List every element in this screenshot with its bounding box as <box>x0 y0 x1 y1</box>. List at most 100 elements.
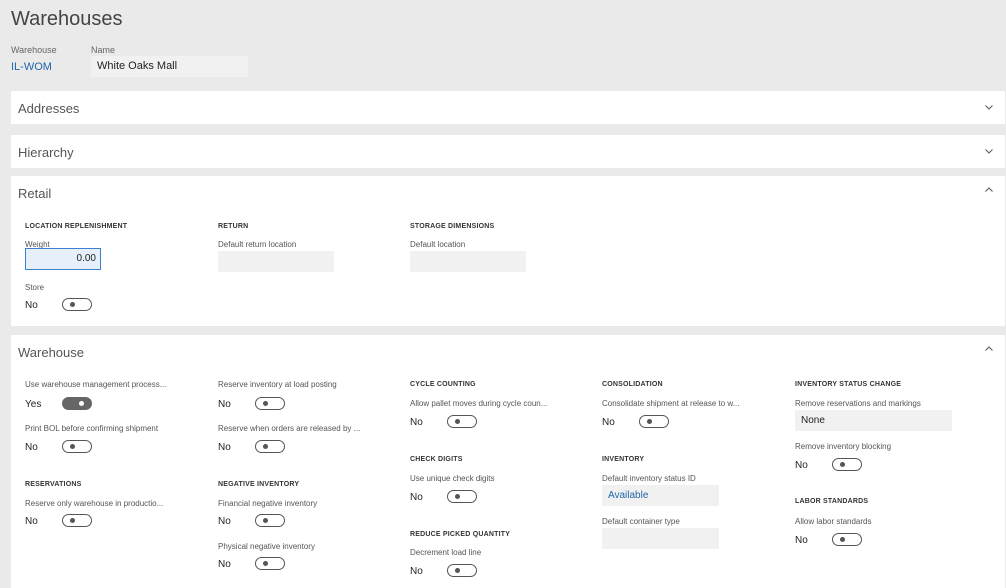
allow-labor-toggle[interactable] <box>832 533 862 546</box>
physical-negative-toggle[interactable] <box>255 557 285 570</box>
reduce-picked-heading: REDUCE PICKED QUANTITY <box>410 531 511 538</box>
allow-pallet-toggle[interactable] <box>447 415 477 428</box>
reserve-load-value: No <box>218 399 231 410</box>
physical-negative-value: No <box>218 559 231 570</box>
remove-blocking-label: Remove inventory blocking <box>795 442 892 451</box>
default-container-field[interactable] <box>602 528 719 549</box>
toggle-knob <box>70 302 75 307</box>
hierarchy-panel-header[interactable]: Hierarchy <box>11 135 1005 168</box>
store-value: No <box>25 300 38 311</box>
allow-labor-value: No <box>795 535 808 546</box>
toggle-knob <box>263 401 268 406</box>
decrement-load-label: Decrement load line <box>410 548 482 557</box>
toggle-knob <box>79 401 84 406</box>
toggle-knob <box>455 568 460 573</box>
financial-negative-toggle[interactable] <box>255 514 285 527</box>
default-return-location-field[interactable] <box>218 251 334 272</box>
retail-panel-header[interactable]: Retail <box>11 176 1005 209</box>
warehouse-id-link[interactable]: IL-WOM <box>11 57 52 77</box>
reserve-released-toggle[interactable] <box>255 440 285 453</box>
hierarchy-panel-title: Hierarchy <box>18 145 74 160</box>
toggle-knob <box>263 444 268 449</box>
warehouse-panel-title: Warehouse <box>18 345 84 360</box>
addresses-panel: Addresses <box>11 91 1005 124</box>
toggle-knob <box>455 494 460 499</box>
store-label: Store <box>25 283 45 292</box>
unique-check-digits-toggle[interactable] <box>447 490 477 503</box>
toggle-knob <box>840 462 845 467</box>
reserve-only-toggle[interactable] <box>62 514 92 527</box>
toggle-knob <box>70 444 75 449</box>
consolidate-shipment-value: No <box>602 417 615 428</box>
financial-negative-label: Financial negative inventory <box>218 499 318 508</box>
name-label: Name <box>91 45 116 55</box>
reserve-released-value: No <box>218 442 231 453</box>
allow-labor-label: Allow labor standards <box>795 517 872 526</box>
warehouse-label: Warehouse <box>11 45 57 55</box>
chevron-down-icon[interactable] <box>985 103 993 111</box>
chevron-up-icon[interactable] <box>985 345 993 353</box>
toggle-knob <box>263 518 268 523</box>
remove-blocking-toggle[interactable] <box>832 458 862 471</box>
location-replenishment-heading: LOCATION REPLENISHMENT <box>25 223 128 230</box>
unique-check-digits-value: No <box>410 492 423 503</box>
default-status-field[interactable]: Available <box>602 485 719 506</box>
hierarchy-panel: Hierarchy <box>11 135 1005 168</box>
remove-reservations-value: None <box>801 415 825 426</box>
default-status-label: Default inventory status ID <box>602 474 696 483</box>
reserve-only-value: No <box>25 516 38 527</box>
reserve-released-label: Reserve when orders are released by ... <box>218 424 361 433</box>
unique-check-digits-label: Use unique check digits <box>410 474 495 483</box>
status-change-heading: INVENTORY STATUS CHANGE <box>795 381 902 388</box>
addresses-panel-title: Addresses <box>18 101 80 116</box>
physical-negative-label: Physical negative inventory <box>218 542 315 551</box>
allow-pallet-value: No <box>410 417 423 428</box>
inventory-heading: INVENTORY <box>602 456 645 463</box>
remove-reservations-field[interactable]: None <box>795 410 952 431</box>
print-bol-label: Print BOL before confirming shipment <box>25 424 159 433</box>
page-title: Warehouses <box>11 8 123 30</box>
return-heading: RETURN <box>218 223 249 230</box>
warehouse-panel: Warehouse Use warehouse management proce… <box>11 335 1005 588</box>
name-field[interactable]: White Oaks Mall <box>91 56 248 77</box>
labor-standards-heading: LABOR STANDARDS <box>795 498 869 505</box>
use-wms-label: Use warehouse management process... <box>25 380 167 389</box>
consolidate-shipment-label: Consolidate shipment at release to w... <box>602 399 740 408</box>
default-container-label: Default container type <box>602 517 680 526</box>
store-toggle[interactable] <box>62 298 92 311</box>
decrement-load-value: No <box>410 566 423 577</box>
remove-blocking-value: No <box>795 460 808 471</box>
toggle-knob <box>70 518 75 523</box>
storage-dimensions-heading: STORAGE DIMENSIONS <box>410 223 495 230</box>
chevron-down-icon[interactable] <box>985 147 993 155</box>
financial-negative-value: No <box>218 516 231 527</box>
allow-pallet-label: Allow pallet moves during cycle coun... <box>410 399 548 408</box>
default-location-label: Default location <box>410 240 466 249</box>
remove-reservations-label: Remove reservations and markings <box>795 399 921 408</box>
use-wms-value: Yes <box>25 399 42 410</box>
consolidation-heading: CONSOLIDATION <box>602 381 663 388</box>
toggle-knob <box>647 419 652 424</box>
toggle-knob <box>840 537 845 542</box>
use-wms-toggle[interactable] <box>62 397 92 410</box>
toggle-knob <box>263 561 268 566</box>
weight-input[interactable]: 0.00 <box>25 248 101 270</box>
warehouse-panel-header[interactable]: Warehouse <box>11 335 1005 368</box>
cycle-counting-heading: CYCLE COUNTING <box>410 381 476 388</box>
toggle-knob <box>455 419 460 424</box>
consolidate-shipment-toggle[interactable] <box>639 415 669 428</box>
chevron-up-icon[interactable] <box>985 186 993 194</box>
default-status-value[interactable]: Available <box>602 485 648 506</box>
reserve-only-label: Reserve only warehouse in productio... <box>25 499 164 508</box>
check-digits-heading: CHECK DIGITS <box>410 456 463 463</box>
retail-panel-title: Retail <box>18 186 52 201</box>
default-return-location-label: Default return location <box>218 240 297 249</box>
reserve-load-label: Reserve inventory at load posting <box>218 380 337 389</box>
decrement-load-toggle[interactable] <box>447 564 477 577</box>
print-bol-toggle[interactable] <box>62 440 92 453</box>
addresses-panel-header[interactable]: Addresses <box>11 91 1005 124</box>
negative-inventory-heading: NEGATIVE INVENTORY <box>218 481 300 488</box>
default-location-field[interactable] <box>410 251 526 272</box>
print-bol-value: No <box>25 442 38 453</box>
reserve-load-toggle[interactable] <box>255 397 285 410</box>
